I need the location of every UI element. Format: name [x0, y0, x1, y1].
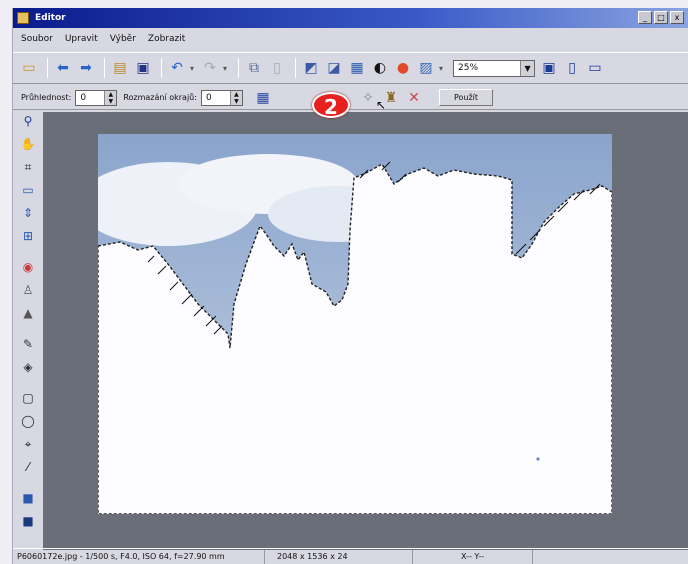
- photo-selection: [98, 134, 612, 514]
- spinner-arrows-icon[interactable]: ▲ ▼: [104, 90, 117, 105]
- forward-arrow-icon[interactable]: ➡: [76, 58, 96, 78]
- brush-tool-icon[interactable]: ✎: [19, 335, 37, 353]
- tolerance-label: Průhlednost:: [21, 93, 72, 102]
- menu-edit[interactable]: Upravit: [65, 34, 98, 44]
- undo-icon[interactable]: ↶: [167, 58, 187, 78]
- polygon-select-icon[interactable]: ⌖: [19, 435, 37, 453]
- undo-dropdown-icon[interactable]: ▾: [190, 64, 194, 73]
- retouch-tool-icon[interactable]: ▲: [19, 304, 37, 322]
- toolbar-separator: [161, 58, 162, 78]
- delete-icon[interactable]: ✕: [404, 88, 424, 108]
- toolbar-separator: [238, 58, 240, 78]
- contrast-icon[interactable]: ◐: [370, 58, 390, 78]
- menu-bar: Soubor Upravit Výběr Zobrazit: [13, 30, 185, 48]
- magic-wand-icon[interactable]: ✧: [358, 88, 378, 108]
- step-callout-badge: 2: [312, 92, 350, 119]
- status-file-info: P6060172e.jpg - 1/500 s, F4.0, ISO 64, f…: [13, 549, 265, 564]
- tolerance-value: 0: [80, 92, 87, 103]
- crop-tool-icon[interactable]: ⌗: [19, 158, 37, 176]
- title-bar: Editor _ □ x: [13, 8, 688, 28]
- open-file-icon[interactable]: ▤: [110, 58, 130, 78]
- fill-tool-icon[interactable]: ◈: [19, 358, 37, 376]
- feather-value: 0: [205, 92, 212, 103]
- background-color-icon[interactable]: ■: [19, 512, 37, 530]
- apply-button[interactable]: Použít: [438, 89, 494, 106]
- color-icon[interactable]: ●: [393, 58, 413, 78]
- zoom-tool-icon[interactable]: ⚲: [19, 112, 37, 130]
- feather-label: Rozmazání okrajů:: [123, 93, 197, 102]
- menu-file[interactable]: Soubor: [21, 34, 53, 44]
- mouse-cursor-icon: ↖: [376, 98, 387, 112]
- rectangle-select-icon[interactable]: ▢: [19, 389, 37, 407]
- app-icon: [17, 12, 29, 24]
- transform-tool-icon[interactable]: ⊞: [19, 227, 37, 245]
- effects-dropdown-icon[interactable]: ▾: [439, 64, 443, 73]
- actual-size-icon[interactable]: ▯: [562, 58, 582, 78]
- toolbar-separator: [47, 58, 48, 78]
- status-dimensions: 2048 x 1536 x 24: [265, 549, 413, 564]
- chevron-down-icon[interactable]: ▼: [520, 60, 535, 76]
- magic-wand-tool-icon[interactable]: ⁄: [19, 458, 37, 476]
- effects-icon[interactable]: ▨: [416, 58, 436, 78]
- red-eye-tool-icon[interactable]: ◉: [19, 258, 37, 276]
- straighten-tool-icon[interactable]: ▭: [19, 181, 37, 199]
- zoom-value: 25%: [458, 62, 479, 73]
- fullscreen-icon[interactable]: ▭: [585, 58, 605, 78]
- status-coords: X-- Y--: [413, 549, 533, 564]
- maximize-button[interactable]: □: [654, 11, 668, 24]
- lasso-select-icon[interactable]: ◯: [19, 412, 37, 430]
- tools-panel: ⚲ ✋ ⌗ ▭ ⇕ ⊞ ◉ ♙ ▲ ✎ ◈ ▢ ◯ ⌖ ⁄ ■ ■: [17, 112, 39, 535]
- rotate-right-icon[interactable]: ◪: [324, 58, 344, 78]
- resize-tool-icon[interactable]: ⇕: [19, 204, 37, 222]
- spinner-arrows-icon[interactable]: ▲ ▼: [229, 90, 242, 105]
- close-button[interactable]: x: [670, 11, 684, 24]
- save-icon[interactable]: ▣: [133, 58, 153, 78]
- redo-dropdown-icon[interactable]: ▾: [223, 64, 227, 73]
- fit-window-icon[interactable]: ▣: [539, 58, 559, 78]
- selection-mode-icon[interactable]: ▦: [253, 88, 273, 108]
- redo-icon[interactable]: ↷: [200, 58, 220, 78]
- clone-tool-icon[interactable]: ♙: [19, 281, 37, 299]
- toolbar-separator: [104, 58, 105, 78]
- minimize-button[interactable]: _: [638, 11, 652, 24]
- zoom-select[interactable]: 25% ▼: [453, 59, 536, 77]
- rotate-left-icon[interactable]: ◩: [301, 58, 321, 78]
- paste-icon[interactable]: ▯: [267, 58, 287, 78]
- resize-icon[interactable]: ▦: [347, 58, 367, 78]
- status-bar: P6060172e.jpg - 1/500 s, F4.0, ISO 64, f…: [13, 548, 688, 564]
- feather-spinner[interactable]: 0 ▲ ▼: [200, 89, 243, 106]
- menu-selection[interactable]: Výběr: [110, 34, 136, 44]
- tolerance-spinner[interactable]: 0 ▲ ▼: [75, 89, 118, 106]
- image-canvas[interactable]: [98, 134, 612, 514]
- toolbar-separator: [295, 58, 297, 78]
- menu-view[interactable]: Zobrazit: [148, 34, 185, 44]
- window-controls: _ □ x: [638, 11, 684, 24]
- hand-tool-icon[interactable]: ✋: [19, 135, 37, 153]
- main-toolbar: ▭ ⬅ ➡ ▤ ▣ ↶ ▾ ↷ ▾ ⧉ ▯ ◩ ◪ ▦ ◐ ● ▨ ▾ 25% …: [13, 52, 688, 84]
- window-title: Editor: [35, 13, 66, 23]
- options-bar: Průhlednost: 0 ▲ ▼ Rozmazání okrajů: 0 ▲ ▼…: [13, 86, 688, 110]
- back-arrow-icon[interactable]: ⬅: [53, 58, 73, 78]
- foreground-color-icon[interactable]: ■: [19, 489, 37, 507]
- copy-icon[interactable]: ⧉: [244, 58, 264, 78]
- speck: [536, 457, 540, 461]
- open-folder-icon[interactable]: ▭: [19, 58, 39, 78]
